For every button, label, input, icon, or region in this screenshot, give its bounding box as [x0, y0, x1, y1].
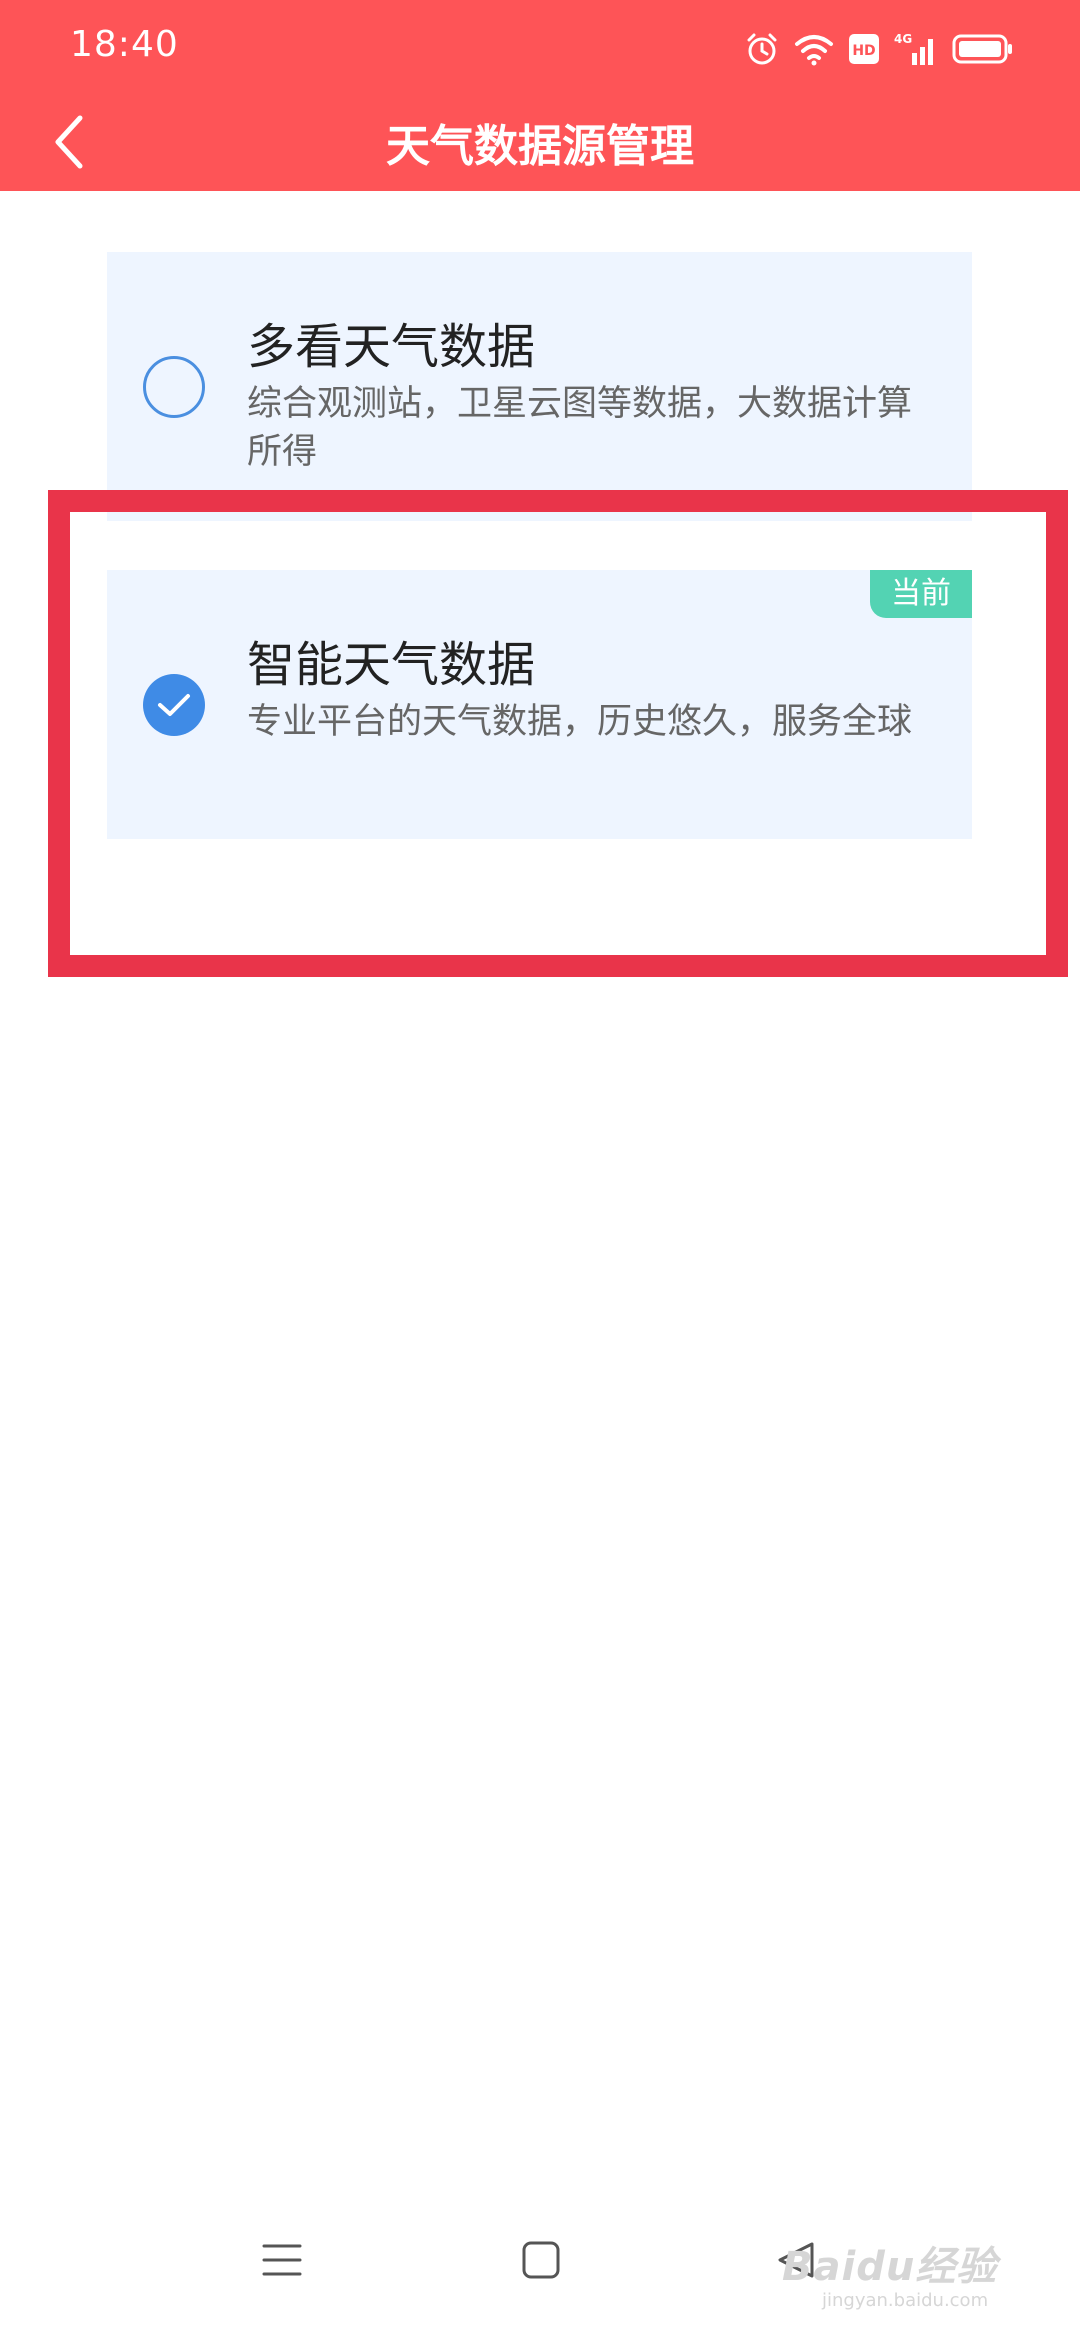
option-description: 专业平台的天气数据，历史悠久，服务全球: [247, 702, 913, 742]
alarm-icon: [744, 31, 780, 67]
signal-4g-icon: 4G: [894, 31, 938, 67]
baidu-watermark-url: jingyan.baidu.com: [822, 2290, 989, 2311]
option-description: 综合观测站，卫星云图等数据，大数据计算所得: [247, 384, 913, 472]
radio-unchecked-icon[interactable]: [143, 356, 205, 418]
status-time: 18:40: [70, 24, 179, 65]
network-label: 4G: [894, 32, 912, 46]
app-header: 18:40 HD 4G 天气数据源管理: [0, 0, 1080, 191]
status-icons: HD 4G: [744, 26, 1014, 72]
option-duokan-weather[interactable]: 多看天气数据 综合观测站，卫星云图等数据，大数据计算所得: [107, 252, 972, 521]
home-icon[interactable]: [521, 2240, 561, 2284]
option-title: 多看天气数据: [247, 319, 536, 375]
wifi-icon: [794, 32, 834, 66]
baidu-watermark: Baidu经验: [782, 2244, 998, 2290]
page-title: 天气数据源管理: [386, 121, 694, 172]
option-smart-weather[interactable]: 当前 智能天气数据 专业平台的天气数据，历史悠久，服务全球: [107, 570, 972, 839]
menu-icon[interactable]: [262, 2240, 302, 2284]
current-badge: 当前: [870, 570, 972, 618]
hd-icon: HD: [848, 33, 880, 65]
radio-checked-icon[interactable]: [143, 674, 205, 736]
battery-icon: [952, 33, 1014, 65]
hd-label: HD: [852, 43, 875, 59]
option-title: 智能天气数据: [247, 637, 536, 693]
